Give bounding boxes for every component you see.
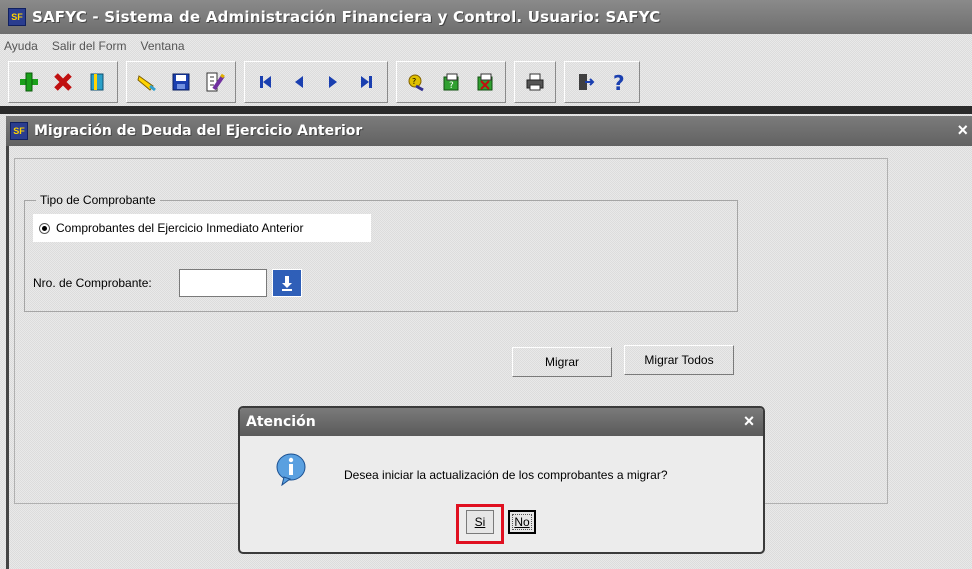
- exit-icon[interactable]: [570, 67, 600, 97]
- svg-text:?: ?: [613, 71, 625, 93]
- help-icon[interactable]: ?: [604, 67, 634, 97]
- app-icon: SF: [8, 8, 26, 26]
- form-close-icon[interactable]: ×: [957, 121, 968, 139]
- form-title-bar: SF Migración de Deuda del Ejercicio Ante…: [6, 116, 972, 146]
- nro-comprobante-input[interactable]: [179, 269, 267, 297]
- first-record-icon[interactable]: [250, 67, 280, 97]
- no-button[interactable]: No: [508, 510, 536, 534]
- app-title: SAFYC - Sistema de Administración Financ…: [32, 8, 661, 26]
- migrar-todos-button[interactable]: Migrar Todos: [624, 345, 734, 375]
- migrar-button[interactable]: Migrar: [512, 347, 612, 377]
- duplicate-icon[interactable]: [82, 67, 112, 97]
- enter-query-icon[interactable]: ?: [436, 67, 466, 97]
- attention-dialog: Atención × Desea iniciar la actualizació…: [238, 406, 765, 554]
- cancel-query-icon[interactable]: [470, 67, 500, 97]
- tipo-comprobante-legend: Tipo de Comprobante: [36, 193, 160, 207]
- dialog-title-bar: Atención ×: [240, 408, 763, 436]
- svg-text:?: ?: [449, 81, 454, 91]
- delete-record-icon[interactable]: [48, 67, 78, 97]
- clear-icon[interactable]: [132, 67, 162, 97]
- radio-label: Comprobantes del Ejercicio Inmediato Ant…: [56, 221, 304, 235]
- execute-query-icon[interactable]: ?: [402, 67, 432, 97]
- list-of-values-button[interactable]: [272, 269, 302, 297]
- arrow-down-icon: [282, 276, 292, 291]
- radio-ejercicio-anterior[interactable]: Comprobantes del Ejercicio Inmediato Ant…: [33, 214, 371, 242]
- dialog-title: Atención: [246, 414, 316, 430]
- next-record-icon[interactable]: [318, 67, 348, 97]
- previous-record-icon[interactable]: [284, 67, 314, 97]
- add-record-icon[interactable]: [14, 67, 44, 97]
- toolbar-group-exit: ?: [564, 61, 640, 103]
- toolbar-group-query: ? ?: [396, 61, 506, 103]
- menu-bar: Ayuda Salir del Form Ventana: [0, 34, 972, 59]
- edit-icon[interactable]: [200, 67, 230, 97]
- toolbar-group-edit: [126, 61, 236, 103]
- form-title: Migración de Deuda del Ejercicio Anterio…: [34, 123, 363, 139]
- menu-ayuda[interactable]: Ayuda: [4, 39, 38, 53]
- print-icon[interactable]: [520, 67, 550, 97]
- form-app-icon: SF: [10, 122, 28, 140]
- dialog-message: Desea iniciar la actualización de los co…: [344, 468, 668, 482]
- nro-comprobante-label: Nro. de Comprobante:: [33, 276, 152, 290]
- menu-ventana[interactable]: Ventana: [141, 39, 185, 53]
- svg-text:?: ?: [412, 77, 416, 86]
- toolbar-group-records: [8, 61, 118, 103]
- radio-button[interactable]: [39, 222, 50, 234]
- toolbar-group-print: [514, 61, 556, 103]
- toolbar: ? ? ?: [0, 58, 972, 106]
- window-separator: [0, 106, 972, 114]
- last-record-icon[interactable]: [352, 67, 382, 97]
- menu-salir-del-form[interactable]: Salir del Form: [52, 39, 127, 53]
- dialog-close-icon[interactable]: ×: [739, 411, 759, 431]
- toolbar-group-navigation: [244, 61, 388, 103]
- app-title-bar: SF SAFYC - Sistema de Administración Fin…: [0, 0, 972, 34]
- info-icon: [276, 453, 306, 486]
- save-icon[interactable]: [166, 67, 196, 97]
- yes-button[interactable]: Si: [466, 510, 494, 534]
